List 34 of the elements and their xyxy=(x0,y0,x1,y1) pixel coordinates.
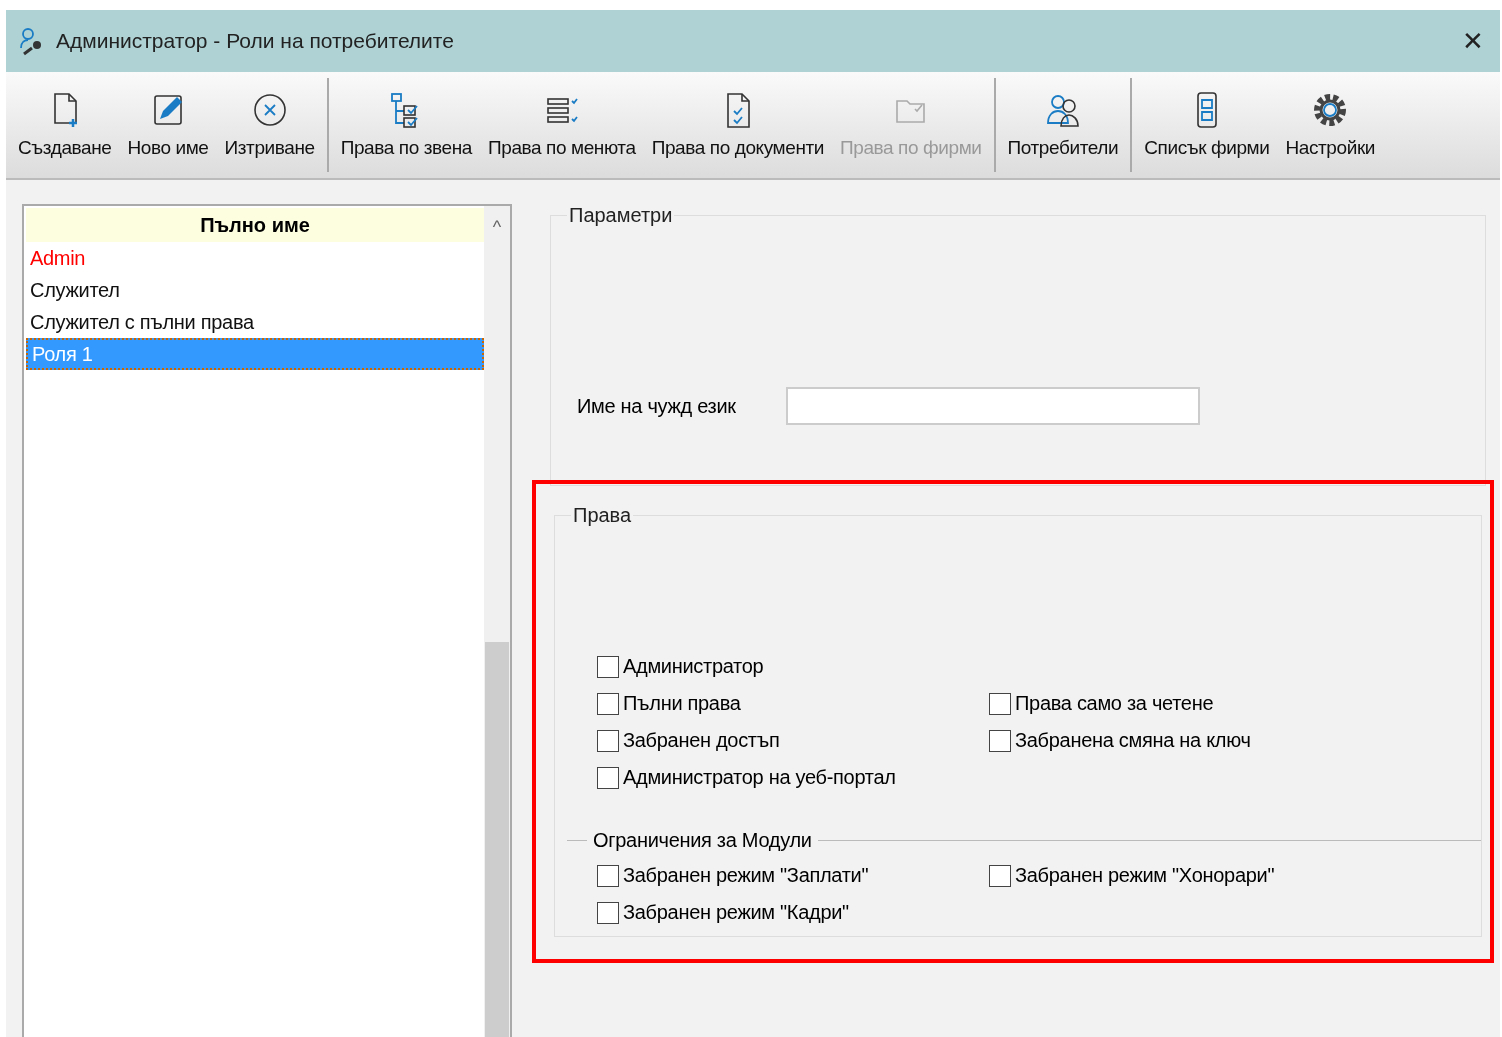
checkbox[interactable]: Забранен достъп xyxy=(597,729,989,752)
checkbox[interactable]: Права само за четене xyxy=(989,692,1481,715)
toolbar-button[interactable]: Създаване xyxy=(10,72,120,178)
gear-icon xyxy=(1312,91,1349,129)
toolbar-button[interactable]: Списък фирми xyxy=(1136,78,1278,172)
scrollbar[interactable]: ^ xyxy=(484,206,510,1037)
list-item[interactable]: Служител xyxy=(26,274,484,306)
close-button[interactable]: ✕ xyxy=(1458,25,1488,57)
checkbox[interactable]: Администратор xyxy=(597,655,989,678)
group-title: Ограничения за Модули xyxy=(592,829,813,852)
toolbar-button[interactable]: Ново име xyxy=(119,72,217,178)
group-title: Параметри xyxy=(568,204,674,227)
toolbar-button[interactable]: Права по документи xyxy=(643,78,832,172)
checkbox[interactable]: Администратор на уеб-портал xyxy=(597,766,989,789)
list-item[interactable]: Служител с пълни права xyxy=(26,306,484,338)
toolbar-button[interactable]: Потребители xyxy=(999,78,1127,172)
toolbar-button[interactable]: Изтриване xyxy=(216,72,323,178)
checkbox[interactable]: Забранена смяна на ключ xyxy=(989,729,1481,752)
group-title: Права xyxy=(572,504,633,527)
toolbar-button[interactable]: Права по звена xyxy=(332,78,480,172)
toolbar-button[interactable]: Настройки xyxy=(1277,78,1384,172)
checkbox[interactable]: Забранен режим "Заплати" xyxy=(597,864,989,887)
scrollbar-thumb[interactable] xyxy=(485,642,509,1037)
checkbox[interactable]: Забранен режим "Хонорари" xyxy=(989,864,1481,887)
input-field[interactable] xyxy=(785,387,1200,425)
window-title: Администратор - Роли на потребителите xyxy=(56,29,455,53)
checkbox[interactable]: Пълни права xyxy=(597,692,989,715)
delete-icon xyxy=(251,91,288,129)
list-item[interactable]: Admin xyxy=(26,242,484,274)
toolbar-button[interactable]: Права по менюта xyxy=(479,78,644,172)
column-header[interactable]: Пълно име xyxy=(26,208,484,242)
scroll-up-button[interactable]: ^ xyxy=(492,206,502,240)
checkbox[interactable]: Забранен режим "Кадри" xyxy=(597,901,989,924)
field-label: Име на чужд език xyxy=(577,394,736,418)
